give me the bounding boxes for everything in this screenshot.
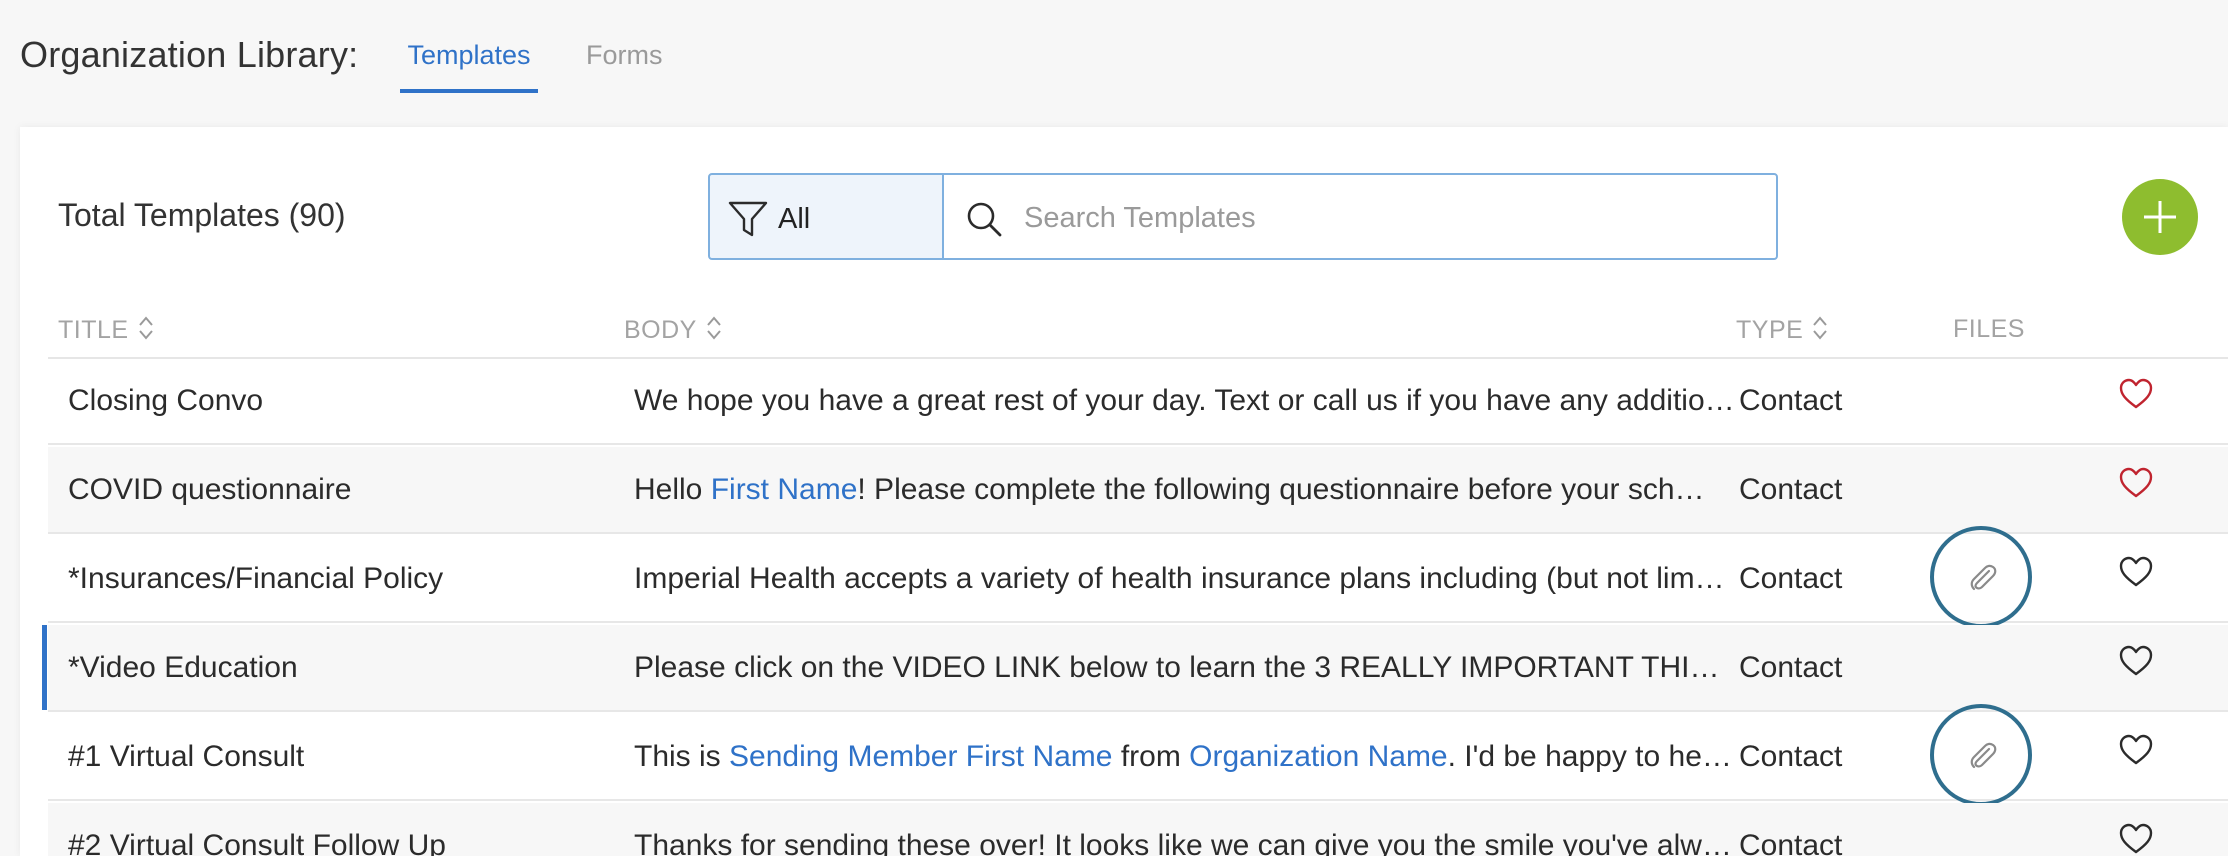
- template-type: Contact: [1739, 740, 1843, 773]
- body-text: We hope you have a great rest of your da…: [634, 384, 1735, 417]
- page-title: Organization Library:: [20, 34, 359, 75]
- template-title: COVID questionnaire: [68, 473, 352, 506]
- search-icon: [967, 202, 1002, 237]
- heart-icon[interactable]: [2119, 556, 2153, 588]
- tab-templates[interactable]: Templates: [400, 40, 538, 93]
- template-type: Contact: [1739, 829, 1843, 856]
- body-text: Imperial Health accepts a variety of hea…: [634, 562, 1725, 595]
- search-field: [943, 173, 1778, 260]
- template-title: #2 Virtual Consult Follow Up: [68, 829, 446, 856]
- body-text: Hello: [634, 473, 711, 506]
- template-body-preview: We hope you have a great rest of your da…: [634, 384, 1744, 418]
- add-template-button[interactable]: [2122, 179, 2198, 255]
- template-title: #1 Virtual Consult: [68, 740, 305, 773]
- template-title: Closing Convo: [68, 384, 264, 417]
- column-header-type[interactable]: TYPE: [1736, 315, 1829, 348]
- body-text: from: [1112, 740, 1190, 773]
- attachment-button[interactable]: [1930, 526, 2032, 628]
- column-title-label: TITLE: [58, 316, 129, 345]
- table-row[interactable]: #1 Virtual Consult This is Sending Member…: [48, 704, 2228, 806]
- template-title: *Video Education: [68, 651, 298, 684]
- template-body-preview: Imperial Health accepts a variety of hea…: [634, 562, 1744, 596]
- favorite-heart-icon[interactable]: [2119, 467, 2153, 499]
- template-type: Contact: [1739, 651, 1843, 684]
- merge-field: First Name: [710, 473, 858, 506]
- table-row[interactable]: #2 Virtual Consult Follow Up Thanks for s…: [48, 803, 2228, 856]
- template-body-preview: Please click on the VIDEO LINK below to …: [634, 651, 1744, 685]
- table-row[interactable]: *Video Education Please click on the VIDE…: [42, 625, 2228, 712]
- column-body-label: BODY: [624, 316, 697, 345]
- sort-icon: [137, 315, 155, 348]
- column-header-body[interactable]: BODY: [624, 315, 723, 348]
- column-type-label: TYPE: [1736, 316, 1804, 345]
- attachment-button[interactable]: [1930, 704, 2032, 806]
- body-text: Thanks for sending these over! It looks …: [634, 829, 1732, 856]
- sort-icon: [1811, 315, 1829, 348]
- merge-field: Organization Name: [1189, 740, 1448, 773]
- body-text: ! Please complete the following question…: [857, 473, 1705, 506]
- template-type: Contact: [1739, 473, 1843, 506]
- merge-field: Sending Member First Name: [729, 740, 1113, 773]
- paperclip-icon: [1970, 564, 1997, 591]
- template-title: *Insurances/Financial Policy: [68, 562, 444, 595]
- sort-icon: [705, 315, 723, 348]
- heart-icon[interactable]: [2119, 823, 2153, 855]
- heart-icon[interactable]: [2119, 645, 2153, 677]
- top-bar: Organization Library: Templates Forms: [0, 0, 2228, 124]
- column-files-label: FILES: [1953, 315, 2025, 343]
- templates-card: Total Templates (90) All TITLE BODY TYPE…: [20, 127, 2228, 856]
- template-body-preview: Hello First Name! Please complete the fo…: [634, 473, 1744, 507]
- table-row[interactable]: Closing Convo We hope you have a great re…: [48, 358, 2228, 445]
- plus-icon: [2144, 201, 2176, 233]
- search-input[interactable]: [1022, 193, 1746, 243]
- table-header: TITLE BODY TYPE FILES: [48, 295, 2228, 359]
- filter-icon: [728, 201, 768, 237]
- filter-dropdown[interactable]: All: [708, 173, 943, 260]
- table-row[interactable]: *Insurances/Financial Policy Imperial Hea…: [48, 526, 2228, 628]
- body-text: Please click on the VIDEO LINK below to …: [634, 651, 1720, 684]
- body-text: This is: [634, 740, 730, 773]
- template-type: Contact: [1739, 384, 1843, 417]
- favorite-heart-icon[interactable]: [2119, 378, 2153, 410]
- column-header-files: FILES: [1953, 315, 2025, 344]
- table-row[interactable]: COVID questionnaire Hello First Name! Ple…: [48, 447, 2228, 534]
- total-templates-label: Total Templates (90): [58, 197, 346, 233]
- template-body-preview: This is Sending Member First Name from O…: [634, 740, 1744, 774]
- tab-forms[interactable]: Forms: [586, 40, 663, 85]
- column-header-title[interactable]: TITLE: [58, 315, 155, 348]
- filter-value: All: [778, 203, 811, 235]
- template-type: Contact: [1739, 562, 1843, 595]
- template-body-preview: Thanks for sending these over! It looks …: [634, 829, 1744, 856]
- body-text: . I'd be happy to he…: [1447, 740, 1732, 773]
- heart-icon[interactable]: [2119, 734, 2153, 766]
- paperclip-icon: [1970, 742, 1997, 769]
